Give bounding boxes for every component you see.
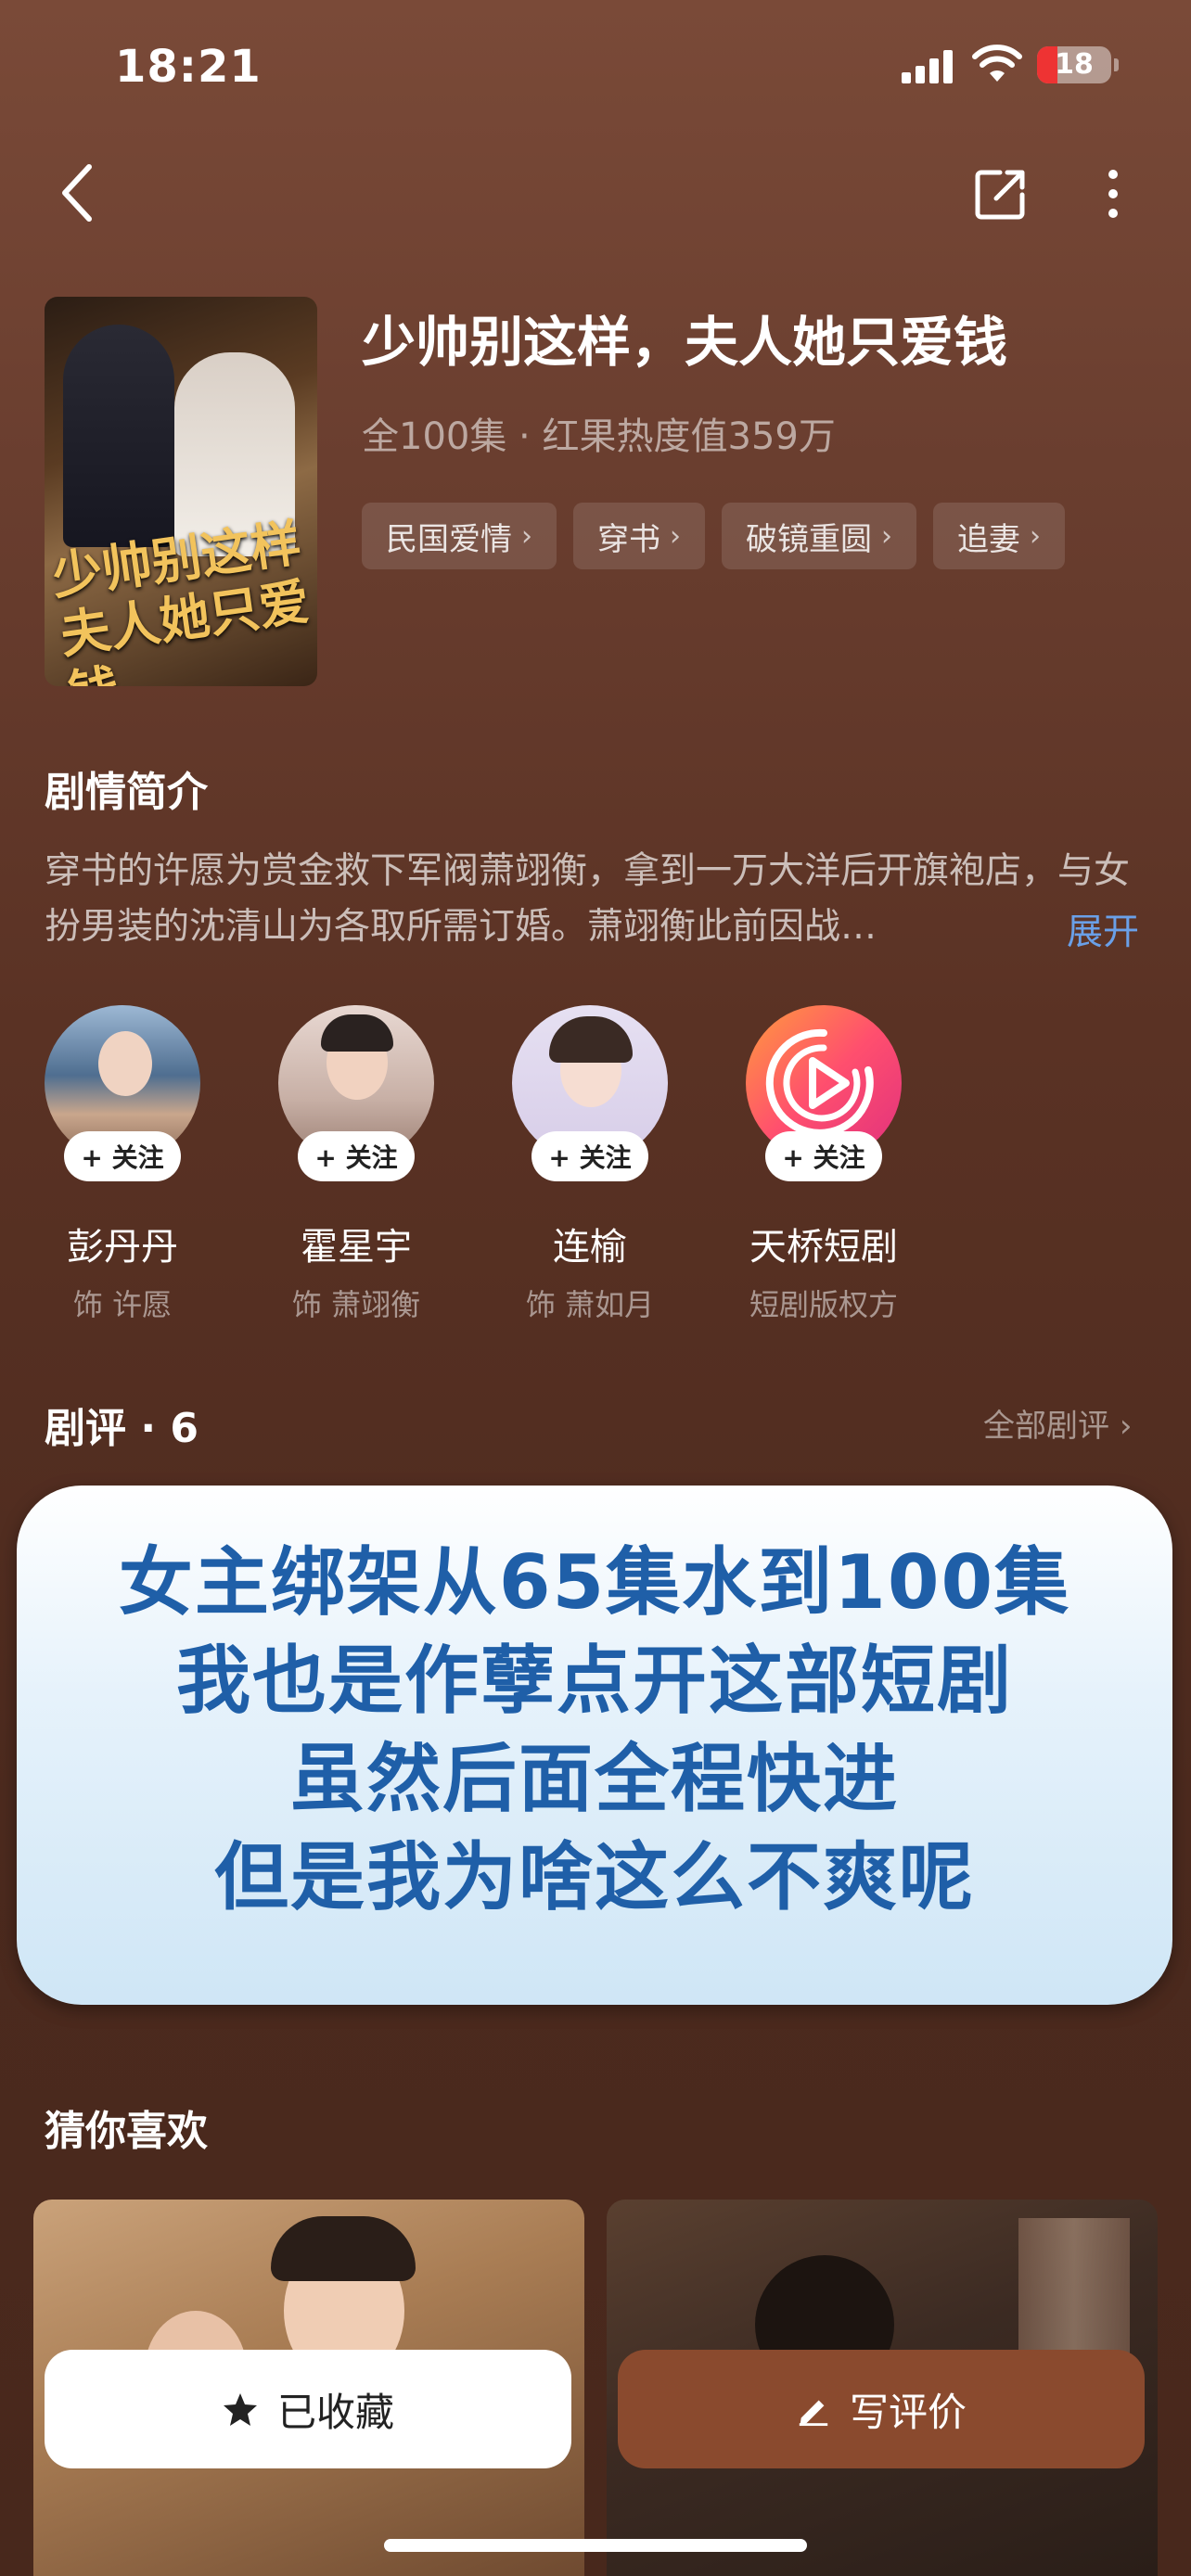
more-options-icon[interactable] — [1095, 165, 1132, 223]
show-meta: 全100集 · 红果热度值359万 — [362, 415, 836, 458]
cast-role: 饰 许愿 — [72, 1287, 173, 1322]
cast-role: 短剧版权方 — [749, 1287, 898, 1322]
expand-link[interactable]: 展开 — [1067, 903, 1139, 955]
cellular-signal-icon — [902, 50, 954, 83]
cast-member[interactable]: + 关注 天桥短剧 短剧版权方 — [731, 1005, 916, 1324]
reviews-title: 剧评 · 6 — [45, 1405, 198, 1452]
cast-member[interactable]: + 关注 霍星宇 饰 萧翊衡 — [263, 1005, 449, 1324]
chevron-right-icon: › — [1119, 1408, 1133, 1445]
wifi-icon — [972, 45, 1022, 82]
battery-icon: 18 — [1037, 46, 1119, 83]
cast-name: 连榆 — [553, 1226, 627, 1269]
chevron-right-icon: › — [521, 519, 532, 553]
pencil-icon — [799, 2400, 828, 2427]
recommend-title: 猜你喜欢 — [45, 2108, 208, 2155]
show-title: 少帅别这样，夫人她只爱钱 — [362, 311, 1008, 374]
favorite-button[interactable]: 已收藏 — [45, 2350, 571, 2468]
cast-member[interactable]: + 关注 连榆 饰 萧如月 — [497, 1005, 683, 1324]
synopsis-title: 剧情简介 — [45, 769, 208, 816]
write-review-button[interactable]: 写评价 — [618, 2350, 1145, 2468]
star-icon — [223, 2393, 257, 2426]
tag-chip[interactable]: 破镜重圆 › — [722, 503, 916, 569]
show-poster[interactable]: 少帅别这样 夫人她只爱钱 — [45, 297, 317, 686]
review-overlay-caption: 女主绑架从65集水到100集 我也是作孽点开这部短剧 虽然后面全程快进 但是我为… — [17, 1486, 1172, 2005]
caption-line: 我也是作孽点开这部短剧 — [176, 1638, 1013, 1724]
tag-chip[interactable]: 民国爱情 › — [362, 503, 557, 569]
chevron-right-icon: › — [881, 519, 892, 553]
caption-line: 虽然后面全程快进 — [290, 1736, 899, 1822]
follow-button[interactable]: + 关注 — [765, 1131, 882, 1181]
cast-member[interactable]: + 关注 彭丹丹 饰 许愿 — [30, 1005, 215, 1324]
all-reviews-link[interactable]: 全部剧评 › — [983, 1400, 1132, 1446]
cast-name: 天桥短剧 — [749, 1226, 898, 1269]
cast-name: 彭丹丹 — [67, 1226, 178, 1269]
chevron-right-icon: › — [1030, 519, 1041, 553]
follow-button[interactable]: + 关注 — [531, 1131, 648, 1181]
caption-line: 但是我为啥这么不爽呢 — [214, 1834, 975, 1920]
home-indicator[interactable] — [384, 2539, 807, 2552]
caption-line: 女主绑架从65集水到100集 — [118, 1539, 1071, 1626]
back-icon[interactable] — [56, 159, 100, 226]
status-time: 18:21 — [115, 41, 262, 93]
battery-level: 18 — [1055, 48, 1094, 81]
follow-button[interactable]: + 关注 — [298, 1131, 415, 1181]
write-review-label: 写评价 — [849, 2389, 967, 2435]
chevron-right-icon: › — [670, 519, 681, 553]
cast-name: 霍星宇 — [301, 1226, 412, 1269]
favorite-label: 已收藏 — [276, 2389, 394, 2435]
synopsis-text: 穿书的许愿为赏金救下军阀萧翊衡，拿到一万大洋后开旗袍店，与女扮男装的沈清山为各取… — [45, 850, 1131, 948]
follow-button[interactable]: + 关注 — [64, 1131, 181, 1181]
share-icon[interactable] — [972, 165, 1030, 223]
tag-chip[interactable]: 穿书 › — [573, 503, 705, 569]
tag-chip[interactable]: 追妻 › — [933, 503, 1065, 569]
cast-role: 饰 萧翊衡 — [291, 1287, 421, 1322]
tag-list: 民国爱情 › 穿书 › 破镜重圆 › 追妻 › — [362, 503, 1065, 569]
cast-role: 饰 萧如月 — [525, 1287, 655, 1322]
